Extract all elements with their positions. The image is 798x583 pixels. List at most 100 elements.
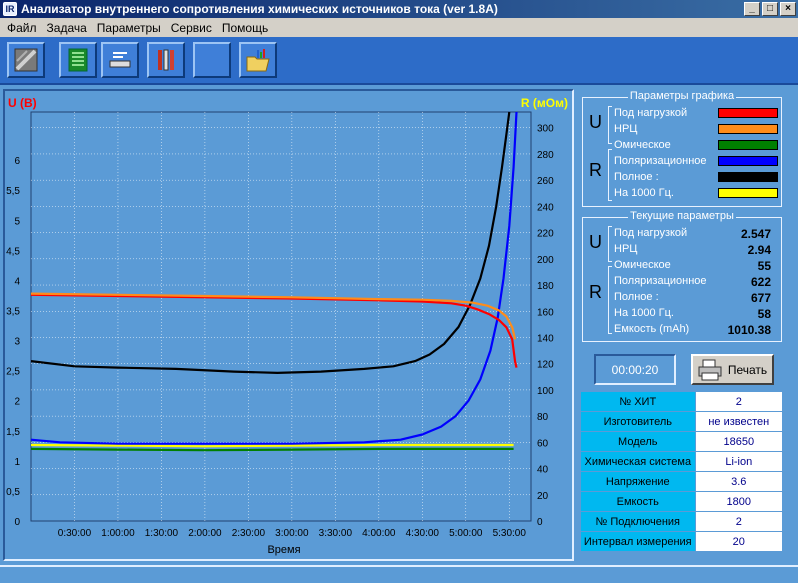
y-right-tick: 280 [537,150,554,161]
current-param-row: Емкость (mAh) 1010.38 [614,322,771,338]
y-right-tick: 40 [537,465,549,476]
info-row: Интервал измерения 20 [581,532,782,551]
legend-label: Полное : [614,171,659,183]
y-right-tick: 120 [537,360,554,371]
current-param-row: Омическое 55 [614,258,771,274]
toolbar-empty-button[interactable] [193,42,231,78]
current-param-row: На 1000 Гц. 58 [614,306,771,322]
menu-service[interactable]: Сервис [166,21,217,35]
current-param-value: 677 [750,291,771,305]
current-param-row: Под нагрузкой 2.547 [614,226,771,242]
toolbar-tools-button[interactable] [147,42,185,78]
y-right-tick: 260 [537,176,554,187]
y-left-tick: 5,5 [6,186,20,197]
resistance-letter: R [589,282,602,302]
y-left-tick: 3 [14,337,20,348]
y-right-tick: 180 [537,281,554,292]
toolbar [0,37,798,85]
legend-item[interactable]: Омическое [614,138,779,154]
voltage-letter: U [589,112,602,132]
maximize-button[interactable]: □ [762,2,778,16]
voltage-letter: U [589,232,602,252]
close-button[interactable]: × [780,2,796,16]
x-tick: 0:30:00 [58,528,92,539]
y-left-tick: 1,5 [6,427,20,438]
y-left-tick: 2 [14,397,20,408]
legend-swatch[interactable] [718,172,778,182]
legend-item[interactable]: НРЦ [614,122,779,138]
x-tick: 2:00:00 [188,528,222,539]
menu-help[interactable]: Помощь [217,21,273,35]
y-left-tick: 2,5 [6,367,20,378]
elapsed-timer: 00:00:20 [594,354,676,385]
x-tick: 4:00:00 [362,528,396,539]
x-tick: 2:30:00 [232,528,266,539]
voltage-resistance-chart[interactable]: U (B) R (мОм) Время 02040608010012014016… [5,91,572,559]
x-tick: 3:00:00 [275,528,309,539]
y-left-tick: 1 [14,457,20,468]
graph-params-title: Параметры графика [627,90,737,102]
info-value[interactable]: Li-ion [695,452,782,471]
x-tick: 1:30:00 [145,528,179,539]
graph-params-group: Параметры графика U R Под нагрузкой НРЦ Ом… [582,90,782,207]
legend-item[interactable]: Под нагрузкой [614,106,779,122]
info-row: № ХИТ 2 [581,392,782,411]
current-param-value: 2.547 [740,227,771,241]
toolbar-battery-button[interactable] [7,42,45,78]
y-right-tick: 0 [537,517,543,528]
y-left-tick: 5 [14,216,20,227]
printer-icon [698,359,722,380]
toolbar-open-button[interactable] [239,42,277,78]
legend-item[interactable]: Полное : [614,170,779,186]
legend-label: Омическое [614,139,671,151]
toolbar-table-button[interactable] [59,42,97,78]
info-value[interactable]: 1800 [695,492,782,511]
minimize-button[interactable]: _ [744,2,760,16]
legend-swatch[interactable] [718,156,778,166]
y-right-tick: 240 [537,202,554,213]
legend-label: На 1000 Гц. [614,187,674,199]
table-icon [68,48,88,72]
print-button[interactable]: Печать [691,354,774,385]
current-param-row: Полное : 677 [614,290,771,306]
y-left-tick: 4 [14,276,20,287]
legend-swatch[interactable] [718,188,778,198]
current-param-row: НРЦ 2.94 [614,242,771,258]
current-param-value: 1010.38 [727,323,771,337]
info-value[interactable]: 20 [695,532,782,551]
menu-params[interactable]: Параметры [92,21,166,35]
y-right-tick: 200 [537,255,554,266]
info-row: Химическая система Li-ion [581,452,782,471]
battery-icon [14,48,38,72]
info-key: Интервал измерения [581,532,695,551]
info-value[interactable]: 18650 [695,432,782,451]
y-right-tick: 60 [537,438,549,449]
info-value[interactable]: не известен [695,412,782,431]
info-value[interactable]: 3.6 [695,472,782,491]
y-left-tick: 0,5 [6,487,20,498]
toolbar-settings-button[interactable] [101,42,139,78]
plot-area [30,111,532,522]
legend-swatch[interactable] [718,124,778,134]
y-left-tick: 4,5 [6,246,20,257]
info-value[interactable]: 2 [695,512,782,531]
legend-swatch[interactable] [718,108,778,118]
current-param-label: Полное : [614,291,659,303]
current-param-value: 58 [757,307,771,321]
info-value[interactable]: 2 [695,392,782,411]
current-param-label: На 1000 Гц. [614,307,674,319]
x-axis-label: Время [267,544,300,556]
menu-file[interactable]: Файл [2,21,42,35]
legend-item[interactable]: На 1000 Гц. [614,186,779,202]
legend-item[interactable]: Поляризационное [614,154,779,170]
x-tick: 5:30:00 [493,528,527,539]
menu-task[interactable]: Задача [42,21,92,35]
info-key: Модель [581,432,695,451]
title-bar: IR Анализатор внутреннего сопротивления … [0,0,798,18]
legend-label: НРЦ [614,123,638,135]
info-key: Изготовитель [581,412,695,431]
settings-icon [109,52,131,68]
info-key: № Подключения [581,512,695,531]
status-bar [0,565,798,583]
legend-swatch[interactable] [718,140,778,150]
